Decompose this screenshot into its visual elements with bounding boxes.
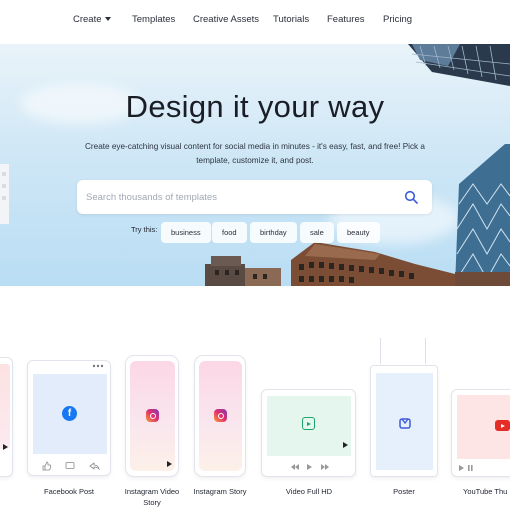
- template-card-youtube-thumbnail[interactable]: [451, 389, 510, 477]
- chip-sale[interactable]: sale: [300, 222, 334, 243]
- facebook-icon: f: [62, 406, 77, 421]
- playback-controls-icon: [459, 465, 473, 471]
- nav-features[interactable]: Features: [327, 14, 365, 25]
- nav-templates[interactable]: Templates: [132, 14, 175, 25]
- template-card-instagram-story[interactable]: [194, 355, 246, 477]
- chip-food[interactable]: food: [212, 222, 247, 243]
- chip-business[interactable]: business: [161, 222, 211, 243]
- try-this-label: Try this:: [131, 225, 158, 234]
- poster-hanger: [380, 338, 381, 364]
- chip-birthday[interactable]: birthday: [250, 222, 297, 243]
- hero-banner: Design it your way Create eye-catching v…: [0, 44, 510, 286]
- more-options-icon[interactable]: [92, 364, 104, 368]
- play-icon: [343, 442, 348, 448]
- social-actions-icon: [42, 461, 100, 471]
- hero-subtitle: Create eye-catching visual content for s…: [85, 142, 425, 165]
- caret-down-icon: [104, 17, 111, 21]
- nav-tutorials[interactable]: Tutorials: [273, 14, 309, 25]
- template-label-poster: Poster: [393, 487, 415, 496]
- play-icon: [3, 444, 8, 450]
- nav-create[interactable]: Create: [73, 14, 111, 25]
- nav-pricing[interactable]: Pricing: [383, 14, 412, 25]
- template-card-partial[interactable]: [0, 357, 13, 477]
- youtube-icon: [495, 420, 510, 431]
- search-icon[interactable]: [404, 190, 418, 204]
- template-label-facebook-post: Facebook Post: [43, 487, 95, 496]
- template-card-facebook-post[interactable]: f: [27, 360, 111, 476]
- top-nav: Create Templates Creative Assets Tutoria…: [0, 0, 510, 44]
- poster-icon: [399, 418, 411, 429]
- search-input[interactable]: [86, 180, 386, 214]
- template-label-instagram-story: Instagram Story: [193, 487, 247, 496]
- template-label-youtube-thumbnail: YouTube Thu: [463, 487, 508, 496]
- instagram-icon: [146, 409, 159, 422]
- nav-create-label: Create: [73, 14, 102, 25]
- play-icon: [167, 461, 172, 467]
- card-preview: [0, 364, 10, 449]
- nav-creative-assets[interactable]: Creative Assets: [193, 14, 259, 25]
- search-bar: [77, 180, 432, 214]
- hero-title: Design it your way: [125, 89, 385, 124]
- video-icon: [302, 417, 315, 430]
- template-label-video-full-hd: Video Full HD: [285, 487, 333, 496]
- instagram-icon: [214, 409, 227, 422]
- building-left: [0, 164, 9, 224]
- playback-controls-icon: [291, 464, 329, 470]
- poster-hanger: [425, 338, 426, 364]
- template-card-video-full-hd[interactable]: [261, 389, 356, 477]
- template-label-instagram-video-story: Instagram Video Story: [124, 487, 180, 507]
- template-card-instagram-video-story[interactable]: [125, 355, 179, 477]
- template-card-poster[interactable]: [370, 365, 438, 477]
- chip-beauty[interactable]: beauty: [337, 222, 380, 243]
